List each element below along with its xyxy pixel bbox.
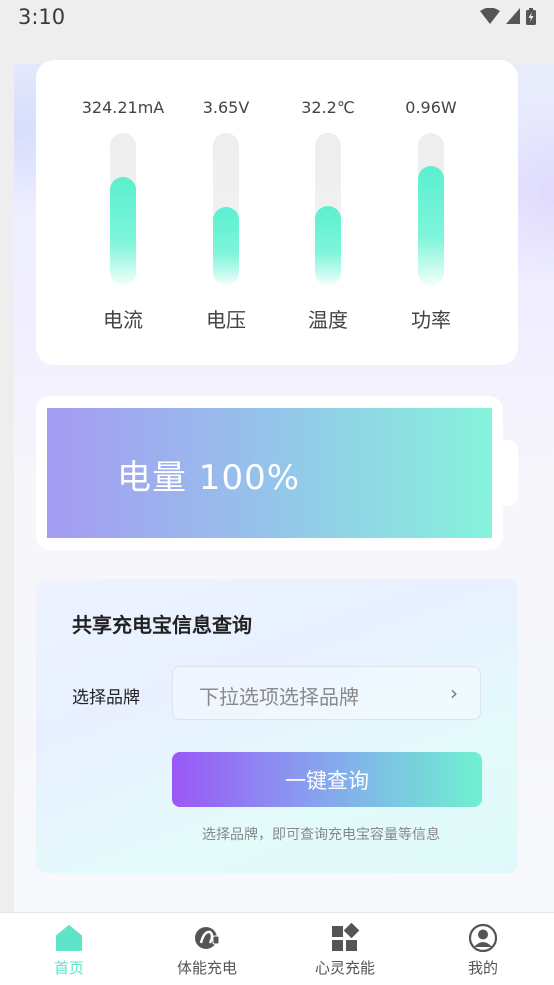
status-time: 3:10 [18, 5, 66, 29]
query-hint: 选择品牌，即可查询充电宝容量等信息 [202, 827, 440, 843]
metric-bar-fill [110, 177, 136, 285]
metric-bar [110, 133, 136, 285]
metrics-card: 324.21mA 电流 3.65V 电压 32.2℃ 温度 0.96W 功率 [36, 60, 518, 365]
nav-item-profile[interactable]: 我的 [414, 913, 552, 985]
nav-item-mind[interactable]: 心灵充能 [276, 913, 414, 985]
metric-bar [213, 133, 239, 285]
bottom-nav: 首页 体能充电 心灵充能 我的 [0, 912, 554, 985]
chevron-right-icon: › [450, 681, 458, 705]
metric-bar [315, 133, 341, 285]
nav-item-home[interactable]: 首页 [0, 913, 138, 985]
metric-value: 324.21mA [81, 98, 165, 117]
battery-level-text: 电量 100% [117, 458, 301, 498]
status-icons [480, 7, 536, 25]
brand-select-placeholder: 下拉选项选择品牌 [199, 685, 359, 709]
metric-voltage: 3.65V 电压 [176, 60, 276, 365]
fitness-icon [195, 927, 220, 949]
metric-value: 3.65V [202, 98, 250, 117]
brand-label: 选择品牌 [72, 688, 140, 708]
status-bar: 3:10 [0, 0, 554, 36]
query-card: 共享充电宝信息查询 选择品牌 下拉选项选择品牌 › 一键查询 选择品牌，即可查询… [36, 579, 518, 873]
metric-current: 324.21mA 电流 [73, 60, 173, 365]
wifi-icon [480, 8, 500, 24]
metric-bar-fill [418, 166, 444, 285]
brand-select[interactable]: 下拉选项选择品牌 › [172, 666, 481, 720]
metric-bar-fill [315, 205, 341, 285]
battery-gauge: 电量 100% [36, 396, 503, 550]
home-icon [56, 925, 82, 951]
nav-label: 心灵充能 [314, 959, 375, 977]
metric-power: 0.96W 功率 [381, 60, 481, 365]
nav-label: 我的 [467, 959, 498, 977]
nav-label: 首页 [53, 959, 84, 977]
app-content: 324.21mA 电流 3.65V 电压 32.2℃ 温度 0.96W 功率 电… [0, 36, 554, 912]
metric-bar [418, 133, 444, 285]
nav-label: 体能充电 [176, 959, 237, 977]
metric-bar-fill [213, 207, 239, 285]
metric-temperature: 32.2℃ 温度 [278, 60, 378, 365]
nav-item-fitness[interactable]: 体能充电 [138, 913, 276, 985]
user-icon [468, 923, 498, 953]
metric-label: 功率 [411, 308, 451, 332]
battery-cap [500, 440, 518, 506]
signal-icon [506, 8, 520, 24]
query-title: 共享充电宝信息查询 [72, 613, 252, 637]
battery-fill: 电量 100% [47, 408, 492, 538]
metric-value: 32.2℃ [301, 98, 355, 117]
metric-label: 电流 [103, 308, 143, 332]
battery-status-icon [526, 7, 536, 25]
metric-label: 温度 [308, 308, 348, 332]
metric-label: 电压 [206, 308, 246, 332]
query-button[interactable]: 一键查询 [172, 752, 482, 807]
grid-icon [332, 923, 360, 951]
metric-value: 0.96W [405, 98, 457, 117]
